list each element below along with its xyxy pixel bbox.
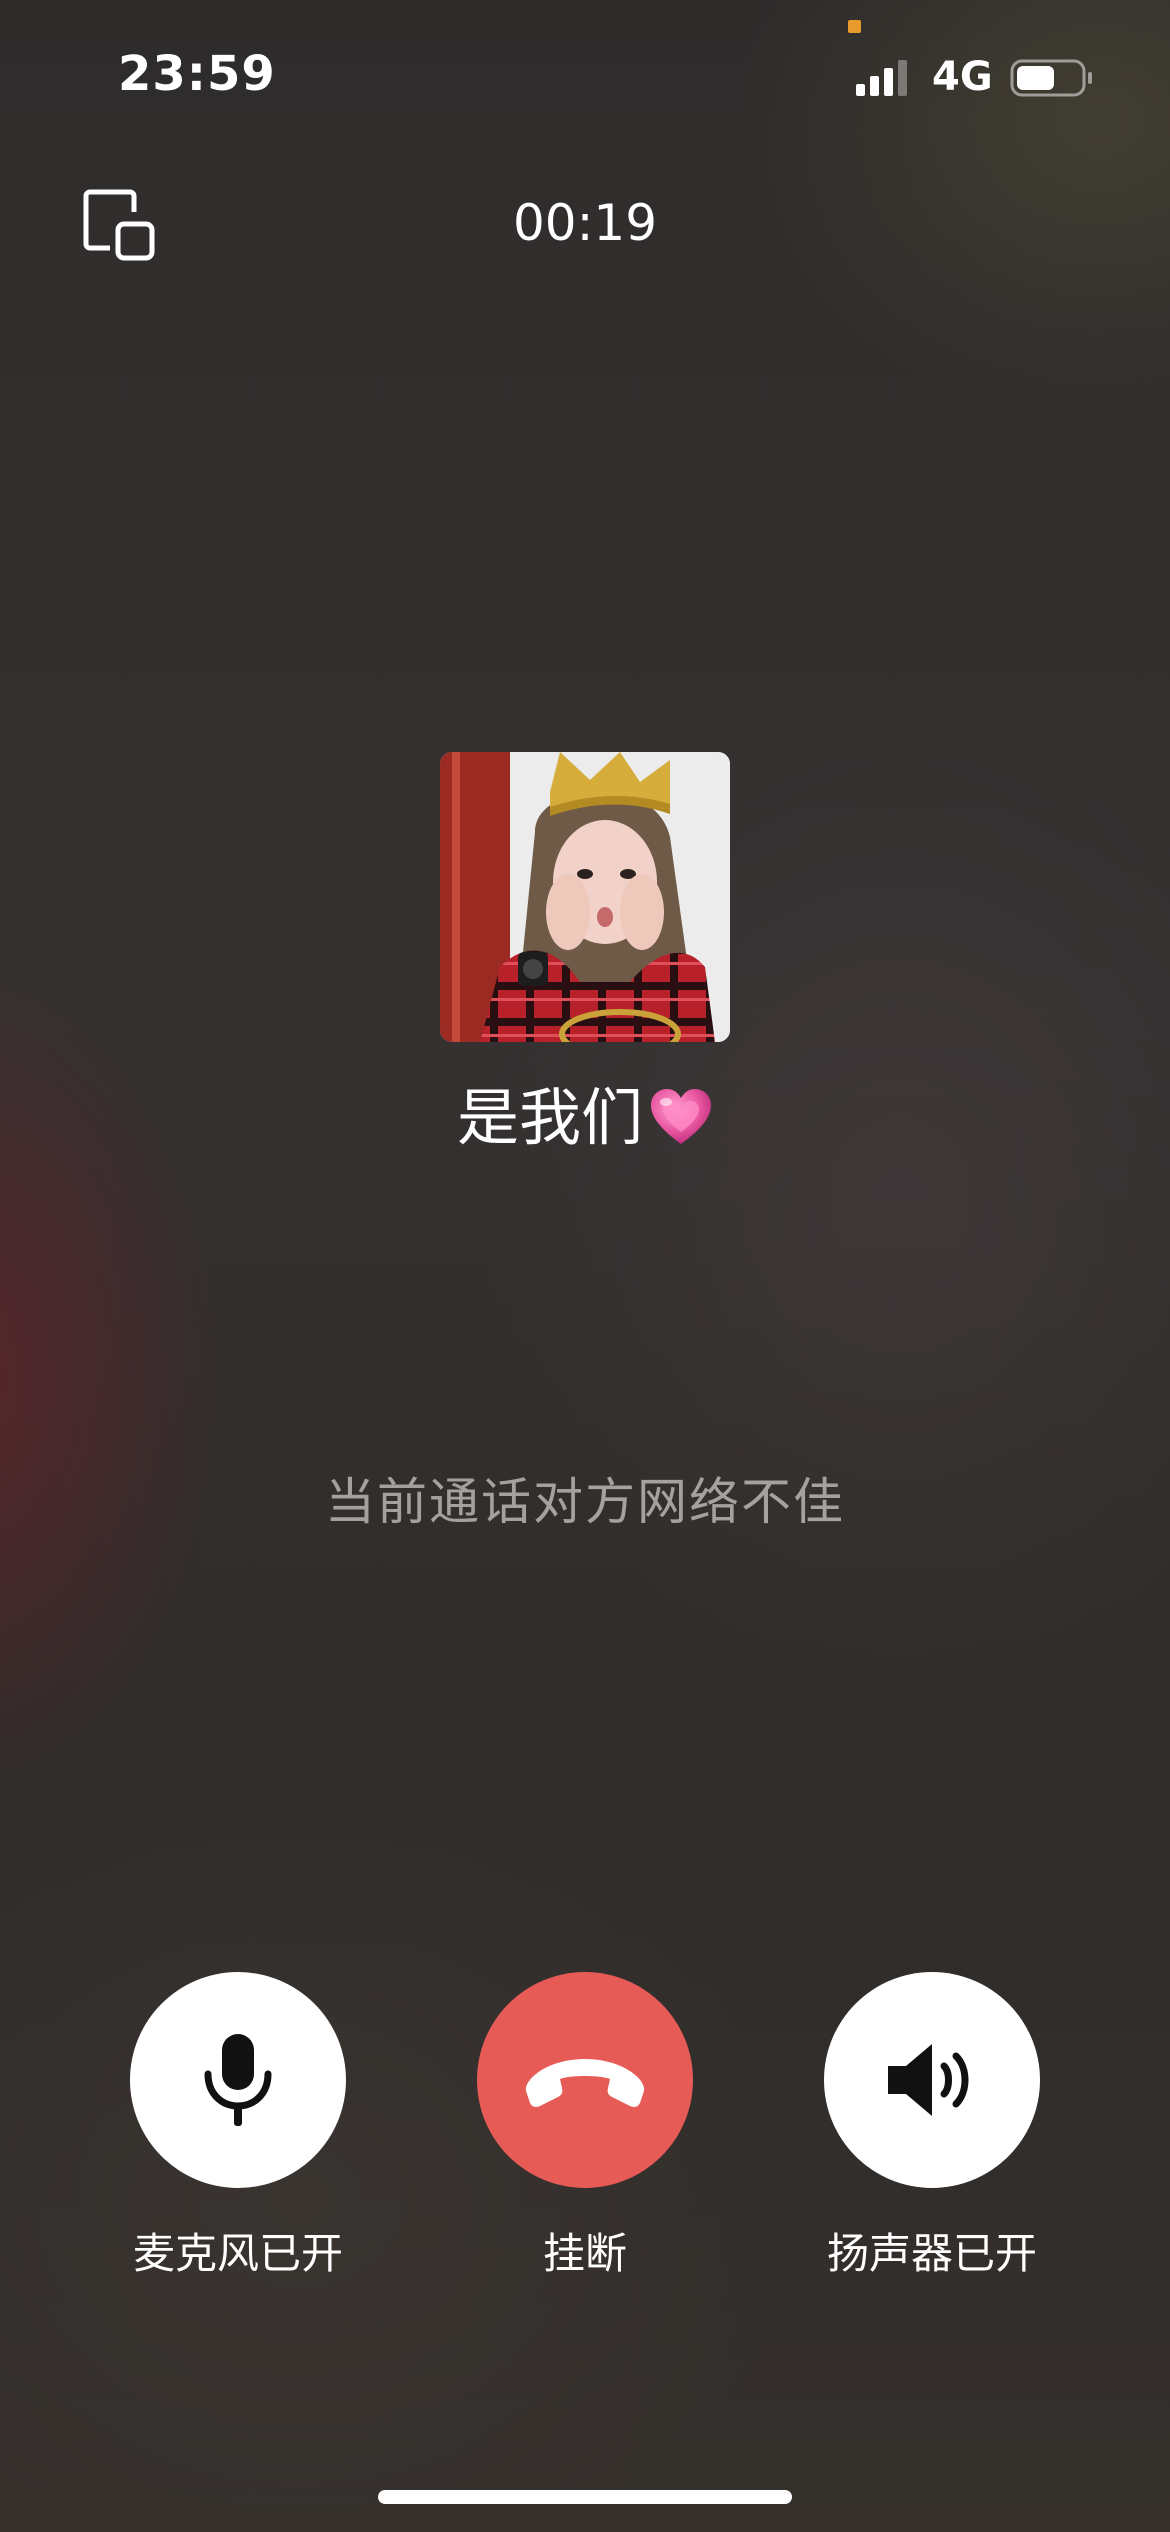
- microphone-in-use-indicator: [848, 20, 861, 33]
- hangup-label: 挂断: [542, 2229, 627, 2278]
- speaker-label: 扬声器已开: [826, 2229, 1037, 2278]
- status-bar: 23:59 4G: [0, 0, 1170, 140]
- microphone-toggle[interactable]: 麦克风已开: [130, 1972, 346, 2281]
- pink-heart-icon: [651, 1088, 711, 1144]
- phone-hangup-icon: [525, 2059, 645, 2107]
- microphone-label: 麦克风已开: [132, 2229, 343, 2278]
- microphone-button[interactable]: [130, 1972, 346, 2188]
- cellular-signal-icon: [856, 60, 907, 96]
- speaker-button[interactable]: [824, 1972, 1040, 2188]
- contact-name-row: 是我们: [0, 1072, 1170, 1160]
- hangup-control[interactable]: 挂断: [477, 1972, 693, 2281]
- status-time: 23:59: [118, 46, 276, 102]
- home-indicator[interactable]: [378, 2490, 792, 2504]
- contact-avatar: [440, 752, 730, 1042]
- network-warning-text: 当前通话对方网络不佳: [325, 1473, 845, 1531]
- call-duration: 00:19: [512, 194, 658, 252]
- hangup-button[interactable]: [477, 1972, 693, 2188]
- voice-call-screen: 23:59 4G 00:19 是我们 当前通话对方网络不佳 麦克风已开 挂断 扬…: [0, 0, 1170, 2532]
- speaker-toggle[interactable]: 扬声器已开: [824, 1972, 1040, 2281]
- contact-name: 是我们: [456, 1080, 643, 1154]
- microphone-icon: [204, 2034, 272, 2126]
- speaker-volume-icon: [888, 2044, 969, 2116]
- network-type-label: 4G: [932, 54, 993, 100]
- battery-icon: [1010, 59, 1092, 97]
